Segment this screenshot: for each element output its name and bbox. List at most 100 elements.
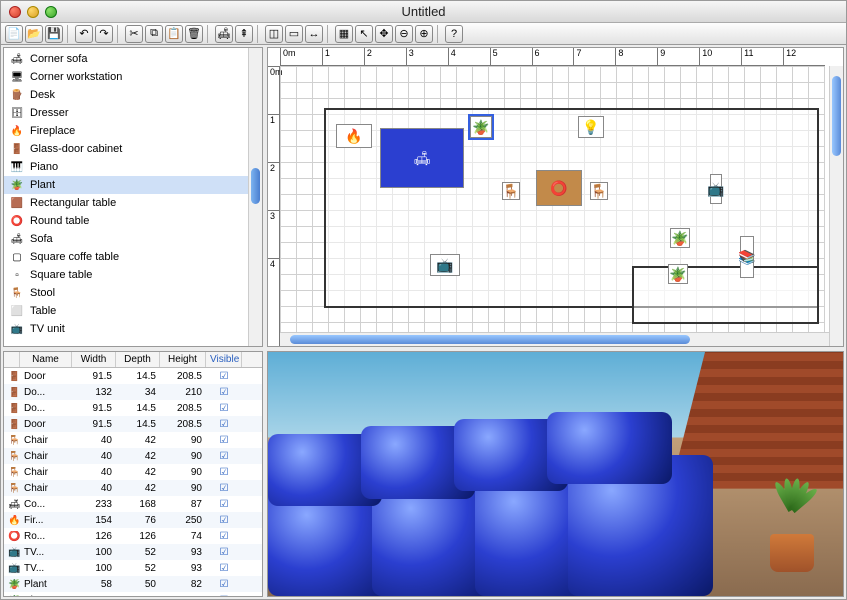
- dimension-icon[interactable]: ↔: [305, 25, 323, 43]
- cell-height: 87: [160, 499, 206, 510]
- catalog-item[interactable]: 🎹Piano: [4, 158, 262, 176]
- catalog-item[interactable]: 🪴Plant: [4, 176, 262, 194]
- catalog-item[interactable]: ⬜Table: [4, 302, 262, 320]
- plan-round-table[interactable]: ⭕: [536, 170, 582, 206]
- table-row[interactable]: 🪑Chair404290☑: [4, 432, 262, 448]
- cell-visible[interactable]: ☑: [206, 387, 242, 398]
- plan-plant-sel[interactable]: 🪴: [470, 116, 492, 138]
- table-row[interactable]: 🚪Door91.514.5208.5☑: [4, 368, 262, 384]
- select-icon[interactable]: ↖: [355, 25, 373, 43]
- add-furniture-icon[interactable]: 🛋: [215, 25, 233, 43]
- table-row[interactable]: 🪑Chair404290☑: [4, 464, 262, 480]
- import-icon[interactable]: ⇞: [235, 25, 253, 43]
- zoomout-icon[interactable]: ⊖: [395, 25, 413, 43]
- table-row[interactable]: 🪴Plant585082☑: [4, 576, 262, 592]
- catalog-item[interactable]: 🖥Corner workstation: [4, 68, 262, 86]
- table-row[interactable]: 📺TV...1005293☑: [4, 544, 262, 560]
- table-row[interactable]: 🚪Door91.514.5208.5☑: [4, 416, 262, 432]
- col-width[interactable]: Width: [72, 352, 116, 367]
- row-icon: 🪑: [4, 467, 20, 478]
- cell-height: 90: [160, 435, 206, 446]
- scrollbar[interactable]: [248, 48, 262, 346]
- paste-icon[interactable]: 📋: [165, 25, 183, 43]
- zoomin-icon[interactable]: ⊕: [415, 25, 433, 43]
- close-icon[interactable]: [9, 6, 21, 18]
- catalog-item[interactable]: 🚪Glass-door cabinet: [4, 140, 262, 158]
- cell-depth: 14.5: [116, 419, 160, 430]
- cell-visible[interactable]: ☑: [206, 451, 242, 462]
- catalog-item[interactable]: 🔥Fireplace: [4, 122, 262, 140]
- plan-tv1[interactable]: 📺: [430, 254, 460, 276]
- plan-chair1[interactable]: 🪑: [502, 182, 520, 200]
- cut-icon[interactable]: ✂: [125, 25, 143, 43]
- delete-icon[interactable]: 🗑: [185, 25, 203, 43]
- cell-visible[interactable]: ☑: [206, 515, 242, 526]
- catalog-item[interactable]: ▢Square coffe table: [4, 248, 262, 266]
- catalog-item[interactable]: 🗄Dresser: [4, 104, 262, 122]
- cell-visible[interactable]: ☑: [206, 483, 242, 494]
- cell-visible[interactable]: ☑: [206, 595, 242, 597]
- plan-bookcase[interactable]: 📚: [740, 236, 754, 278]
- catalog-list[interactable]: 🛋Corner sofa🖥Corner workstation🪵Desk🗄Dre…: [4, 48, 262, 340]
- room-outline[interactable]: [632, 266, 819, 324]
- minimize-icon[interactable]: [27, 6, 39, 18]
- copy-icon[interactable]: ⧉: [145, 25, 163, 43]
- cell-visible[interactable]: ☑: [206, 467, 242, 478]
- catalog-item[interactable]: 🟫Rectangular table: [4, 194, 262, 212]
- cell-name: Chair: [20, 451, 72, 462]
- plan-view[interactable]: 0m123456789101112 0m1234 🔥🛋🪴💡🪑⭕🪑📺📺🪴🪴📚: [267, 47, 844, 347]
- cell-visible[interactable]: ☑: [206, 563, 242, 574]
- create-wall-icon[interactable]: ◫: [265, 25, 283, 43]
- table-row[interactable]: 🪑Chair404290☑: [4, 480, 262, 496]
- 3d-view[interactable]: [267, 351, 844, 597]
- col-depth[interactable]: Depth: [116, 352, 160, 367]
- table-row[interactable]: 🚪Do...91.514.5208.5☑: [4, 400, 262, 416]
- catalog-item[interactable]: 🪑Stool: [4, 284, 262, 302]
- plan-fireplace[interactable]: 🔥: [336, 124, 372, 148]
- table-row[interactable]: 🪑Chair404290☑: [4, 448, 262, 464]
- scrollbar[interactable]: [829, 66, 843, 346]
- catalog-item[interactable]: 📺TV unit: [4, 320, 262, 338]
- cell-visible[interactable]: ☑: [206, 403, 242, 414]
- redo-icon[interactable]: ↷: [95, 25, 113, 43]
- catalog-item[interactable]: 🛋Corner sofa: [4, 50, 262, 68]
- cell-visible[interactable]: ☑: [206, 499, 242, 510]
- deselect-icon[interactable]: ▦: [335, 25, 353, 43]
- table-row[interactable]: 🛋Co...23316887☑: [4, 496, 262, 512]
- save-icon[interactable]: 💾: [45, 25, 63, 43]
- col-name[interactable]: Name: [20, 352, 72, 367]
- maximize-icon[interactable]: [45, 6, 57, 18]
- cell-visible[interactable]: ☑: [206, 531, 242, 542]
- catalog-item[interactable]: 🛋Sofa: [4, 230, 262, 248]
- table-row[interactable]: 🚪Do...13234210☑: [4, 384, 262, 400]
- plan-plant2[interactable]: 🪴: [670, 228, 690, 248]
- catalog-item[interactable]: 🪵Desk: [4, 86, 262, 104]
- catalog-item[interactable]: ⭕Round table: [4, 212, 262, 230]
- table-row[interactable]: 🔥Fir...15476250☑: [4, 512, 262, 528]
- cell-visible[interactable]: ☑: [206, 435, 242, 446]
- open-icon[interactable]: 📂: [25, 25, 43, 43]
- scrollbar-h[interactable]: [280, 332, 829, 346]
- col-height[interactable]: Height: [160, 352, 206, 367]
- col-visible[interactable]: Visible: [206, 352, 242, 367]
- plan-lamp[interactable]: 💡: [578, 116, 604, 138]
- furniture-table[interactable]: Name Width Depth Height Visible 🚪Door91.…: [3, 351, 263, 597]
- plan-tv2[interactable]: 📺: [710, 174, 722, 204]
- cell-visible[interactable]: ☑: [206, 579, 242, 590]
- cell-visible[interactable]: ☑: [206, 547, 242, 558]
- cell-visible[interactable]: ☑: [206, 371, 242, 382]
- create-room-icon[interactable]: ▭: [285, 25, 303, 43]
- table-row[interactable]: 🪴Plant585082☑: [4, 592, 262, 596]
- plan-chair2[interactable]: 🪑: [590, 182, 608, 200]
- pan-icon[interactable]: ✥: [375, 25, 393, 43]
- undo-icon[interactable]: ↶: [75, 25, 93, 43]
- table-row[interactable]: 📺TV...1005293☑: [4, 560, 262, 576]
- plan-corner-sofa[interactable]: 🛋: [380, 128, 464, 188]
- catalog-item[interactable]: ▫Square table: [4, 266, 262, 284]
- table-row[interactable]: ⭕Ro...12612674☑: [4, 528, 262, 544]
- new-icon[interactable]: 📄: [5, 25, 23, 43]
- help-icon[interactable]: ?: [445, 25, 463, 43]
- plan-plant3[interactable]: 🪴: [668, 264, 688, 284]
- plan-grid[interactable]: 🔥 🛋 🪴 💡 🪑 ⭕ 🪑 📺 📺 🪴 🪴 📚: [280, 66, 825, 346]
- cell-visible[interactable]: ☑: [206, 419, 242, 430]
